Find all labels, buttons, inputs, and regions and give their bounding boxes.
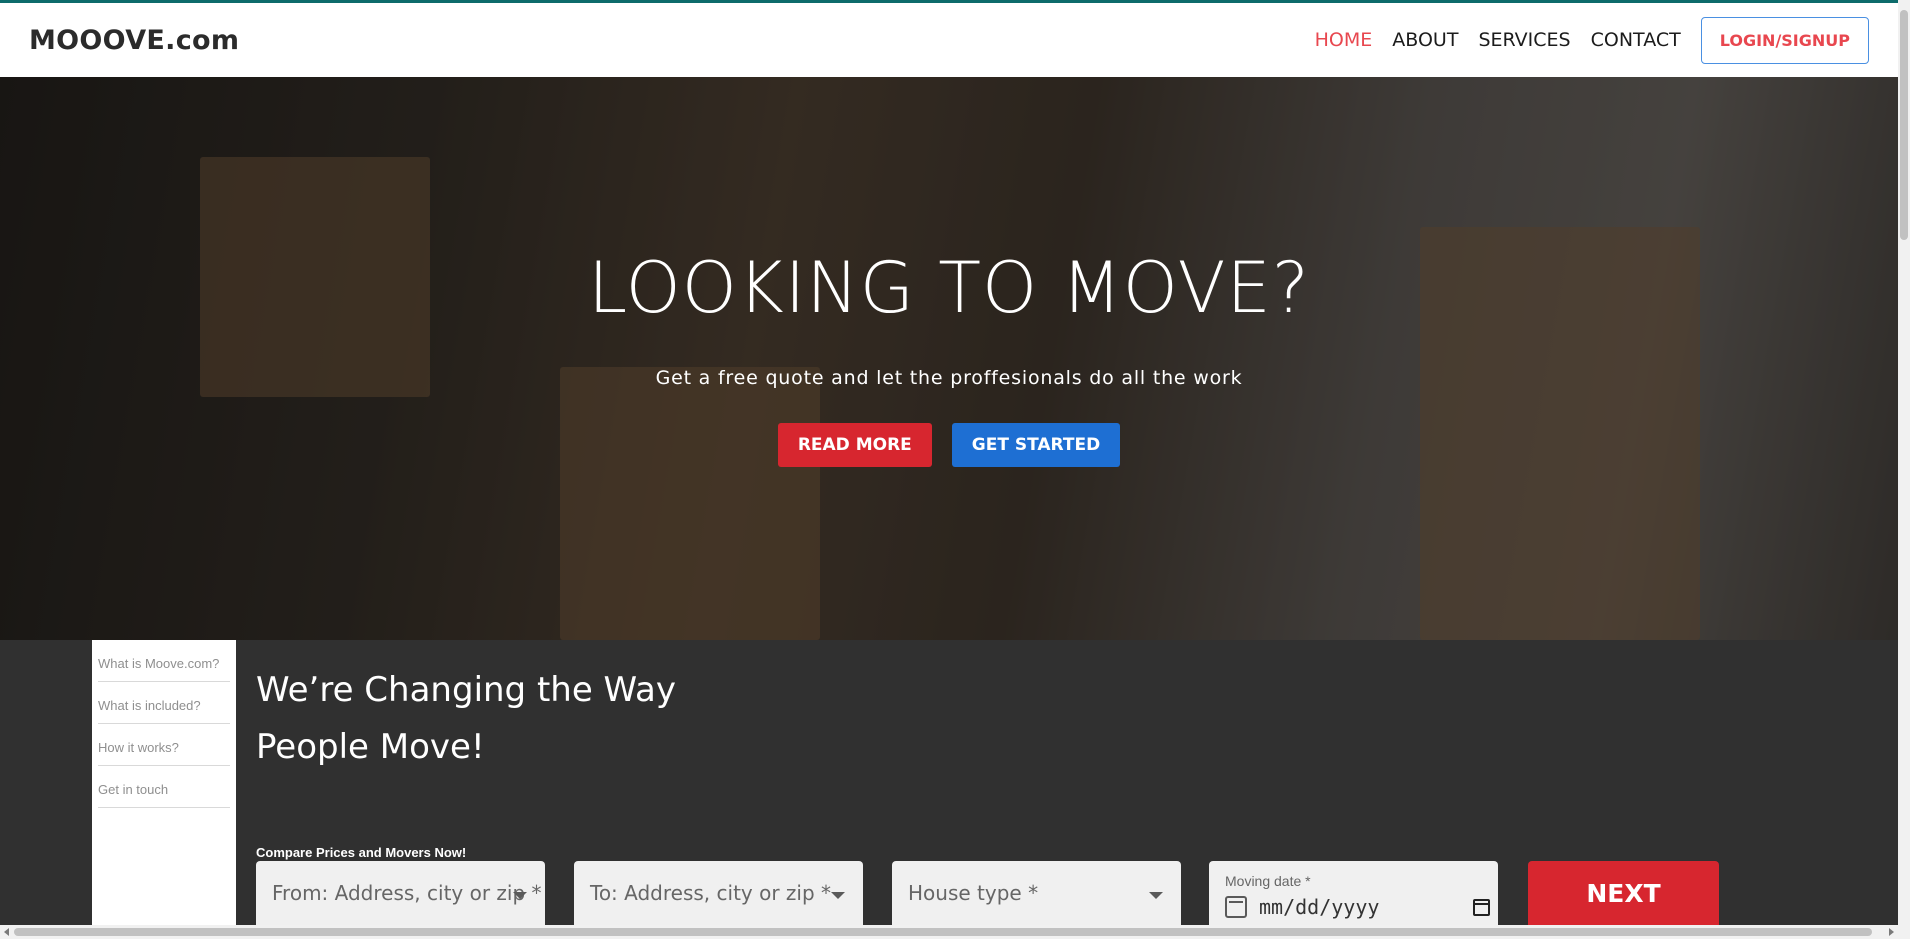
to-address-placeholder: To: Address, city or zip *: [590, 881, 832, 905]
house-type-placeholder: House type *: [908, 881, 1039, 905]
hero-buttons: READ MORE GET STARTED: [0, 423, 1898, 467]
nav-home[interactable]: HOME: [1315, 29, 1373, 51]
scroll-right-arrow-icon[interactable]: [1889, 928, 1894, 936]
nav-about[interactable]: ABOUT: [1392, 29, 1458, 51]
calendar-picker-icon[interactable]: [1473, 898, 1490, 916]
from-address-select[interactable]: From: Address, city or zip *: [256, 861, 545, 925]
read-more-button[interactable]: READ MORE: [777, 423, 932, 467]
navbar: MOOOVE.com HOME ABOUT SERVICES CONTACT L…: [0, 3, 1898, 77]
compare-label: Compare Prices and Movers Now!: [256, 845, 467, 860]
moving-date-label: Moving date *: [1225, 873, 1311, 889]
hero-banner: LOOKING TO MOVE? Get a free quote and le…: [0, 77, 1898, 640]
moving-date-value[interactable]: mm/dd/yyyy: [1259, 895, 1379, 919]
nav-services[interactable]: SERVICES: [1478, 29, 1570, 51]
horizontal-scrollbar-thumb[interactable]: [14, 928, 1872, 936]
vertical-scrollbar-thumb[interactable]: [1900, 10, 1908, 240]
brand-logo[interactable]: MOOOVE.com: [29, 25, 239, 56]
section-heading-line-2: People Move!: [256, 727, 485, 767]
nav-links: HOME ABOUT SERVICES CONTACT LOGIN/SIGNUP: [1295, 16, 1869, 64]
moving-date-field[interactable]: Moving date * mm/dd/yyyy: [1209, 861, 1498, 925]
horizontal-scrollbar[interactable]: [0, 925, 1910, 939]
sidenav-item-what-is[interactable]: What is Moove.com?: [98, 640, 230, 682]
moving-date-row: mm/dd/yyyy: [1225, 895, 1490, 919]
login-signup-button[interactable]: LOGIN/SIGNUP: [1700, 16, 1869, 64]
sidenav-item-how-it-works[interactable]: How it works?: [98, 724, 230, 766]
sidenav-item-included[interactable]: What is included?: [98, 682, 230, 724]
hero-overlay: [0, 77, 1898, 640]
from-address-placeholder: From: Address, city or zip *: [272, 881, 542, 905]
section-heading-line-1: We’re Changing the Way: [256, 670, 676, 710]
caret-down-icon: [1149, 892, 1163, 899]
next-button[interactable]: NEXT: [1528, 861, 1719, 925]
caret-down-icon: [513, 892, 527, 899]
caret-down-icon: [831, 892, 845, 899]
house-type-select[interactable]: House type *: [892, 861, 1181, 925]
to-address-select[interactable]: To: Address, city or zip *: [574, 861, 863, 925]
vertical-scrollbar[interactable]: [1898, 0, 1910, 925]
hero-subtitle: Get a free quote and let the proffesiona…: [655, 367, 1243, 389]
scroll-left-arrow-icon[interactable]: [4, 928, 9, 936]
calendar-icon: [1225, 896, 1247, 918]
side-nav: What is Moove.com? What is included? How…: [92, 640, 236, 925]
hero-title: LOOKING TO MOVE?: [588, 247, 1310, 329]
sidenav-item-get-in-touch[interactable]: Get in touch: [98, 766, 230, 808]
get-started-button[interactable]: GET STARTED: [951, 423, 1121, 467]
nav-contact[interactable]: CONTACT: [1591, 29, 1681, 51]
section-heading: We’re Changing the Way People Move!: [256, 662, 676, 776]
